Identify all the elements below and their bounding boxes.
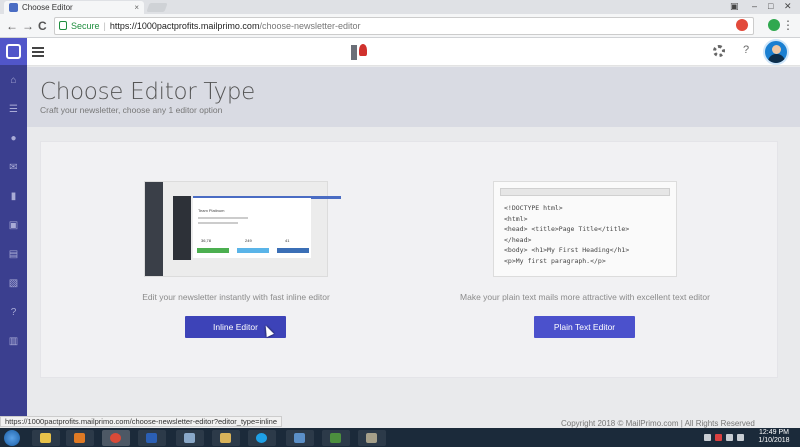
preview-stat-bar bbox=[277, 248, 309, 253]
start-button[interactable] bbox=[4, 430, 20, 446]
browser-menu-icon[interactable]: ⋮ bbox=[782, 18, 794, 32]
user-icon[interactable]: ● bbox=[8, 133, 19, 144]
code-line: </head> bbox=[504, 235, 532, 244]
code-sample: <!DOCTYPE html> <html> <head> <title>Pag… bbox=[504, 203, 629, 266]
favicon-icon bbox=[9, 3, 18, 12]
tray-network-icon[interactable] bbox=[726, 434, 733, 441]
plain-text-editor-button[interactable]: Plain Text Editor bbox=[534, 316, 635, 338]
inline-editor-description: Edit your newsletter instantly with fast… bbox=[142, 292, 330, 302]
tab-title: Choose Editor bbox=[22, 3, 73, 12]
plain-text-editor-preview[interactable]: <!DOCTYPE html> <html> <head> <title>Pag… bbox=[493, 181, 677, 277]
taskbar-word[interactable] bbox=[138, 430, 166, 446]
brand-logo[interactable] bbox=[349, 42, 369, 62]
taskbar-app[interactable] bbox=[212, 430, 240, 446]
preview-stat-bar bbox=[197, 248, 229, 253]
editor-toolbar bbox=[500, 188, 670, 196]
taskbar-explorer[interactable] bbox=[32, 430, 60, 446]
app-logo[interactable] bbox=[0, 38, 27, 65]
app-sidebar: ⌂ ☰ ● ✉ ▮ ▣ ▤ ▧ ? ▥ bbox=[0, 38, 27, 416]
preview-stat: 249 bbox=[245, 238, 252, 243]
reload-icon[interactable]: C bbox=[38, 18, 47, 34]
clock-date: 1/10/2018 bbox=[758, 437, 790, 444]
code-line: <html> bbox=[504, 214, 528, 223]
minimize-icon[interactable]: – bbox=[752, 0, 757, 13]
copyright-text: Copyright 2018 © MailPrimo.com | All Rig… bbox=[561, 419, 755, 428]
preview-card: Team Platinum 36,78 249 41 bbox=[193, 198, 311, 258]
tray-volume-icon[interactable] bbox=[737, 434, 744, 441]
taskbar-chrome[interactable] bbox=[102, 430, 130, 446]
book-icon[interactable]: ▤ bbox=[8, 249, 19, 260]
close-window-icon[interactable]: ✕ bbox=[784, 0, 792, 13]
browser-toolbar: ← → C Secure | https://1000pactprofits.mai… bbox=[0, 14, 800, 38]
user-profile-icon[interactable]: ▣ bbox=[730, 0, 739, 13]
address-bar[interactable]: Secure | https://1000pactprofits.mailprimo… bbox=[54, 17, 754, 35]
code-line: <body> <h1>My First Heading</h1> bbox=[504, 246, 630, 254]
inline-editor-preview[interactable]: Team Platinum 36,78 249 41 bbox=[144, 181, 341, 277]
image-icon[interactable]: ▧ bbox=[8, 278, 19, 289]
lock-icon bbox=[59, 21, 67, 30]
status-url: https://1000pactprofits.mailprimo.com/ch… bbox=[0, 416, 283, 427]
editor-choice-panel: Team Platinum 36,78 249 41 Edit your new… bbox=[40, 141, 778, 378]
secure-label: Secure bbox=[71, 21, 100, 31]
gift-icon[interactable]: ▥ bbox=[8, 336, 19, 347]
taskbar-clock[interactable]: 12:49 PM 1/10/2018 bbox=[754, 429, 794, 445]
taskbar-app[interactable] bbox=[358, 430, 386, 446]
user-avatar[interactable] bbox=[763, 39, 789, 65]
code-line: <p>My first paragraph.</p> bbox=[504, 256, 606, 265]
mail-icon[interactable]: ✉ bbox=[8, 162, 19, 173]
menu-toggle-icon[interactable] bbox=[32, 47, 44, 57]
os-taskbar: 12:49 PM 1/10/2018 bbox=[0, 428, 800, 447]
taskbar-app[interactable] bbox=[176, 430, 204, 446]
preview-line bbox=[198, 217, 248, 219]
browser-tab[interactable]: Choose Editor × bbox=[4, 1, 144, 14]
app-header: ? bbox=[27, 38, 800, 66]
preview-stat: 36,78 bbox=[201, 238, 212, 243]
tray-up-arrow-icon[interactable] bbox=[704, 434, 711, 441]
url-host: https://1000pactprofits.mailprimo.com bbox=[109, 21, 260, 31]
preview-card-heading: Team Platinum bbox=[198, 208, 225, 213]
home-icon[interactable]: ⌂ bbox=[8, 75, 19, 86]
back-icon[interactable]: ← bbox=[6, 18, 18, 34]
taskbar-media-player[interactable] bbox=[66, 430, 94, 446]
url-path: /choose-newsletter-editor bbox=[259, 21, 361, 31]
clock-time: 12:49 PM bbox=[759, 429, 789, 436]
taskbar-app[interactable] bbox=[286, 430, 314, 446]
help-icon[interactable]: ? bbox=[8, 307, 19, 318]
forward-icon[interactable]: → bbox=[22, 18, 34, 34]
preview-stat: 41 bbox=[285, 238, 290, 243]
page-subtitle: Craft your newsletter, choose any 1 edit… bbox=[40, 105, 223, 115]
grammarly-extension-icon[interactable] bbox=[768, 19, 780, 31]
preview-sidebar bbox=[145, 182, 163, 276]
code-line: <!DOCTYPE html> bbox=[504, 204, 563, 212]
code-line: <head> <title>Page Title</title> bbox=[504, 225, 630, 233]
page-title: Choose Editor Type bbox=[40, 79, 256, 105]
preview-stat-bar bbox=[237, 248, 269, 253]
layout-icon[interactable]: ▣ bbox=[8, 220, 19, 231]
preview-tools-panel bbox=[173, 196, 191, 260]
tray-flag-icon[interactable] bbox=[715, 434, 722, 441]
page-header: Choose Editor Type Craft your newsletter… bbox=[27, 67, 800, 127]
browser-tab-bar: Choose Editor × ▣ – □ ✕ bbox=[0, 0, 800, 14]
taskbar-app[interactable] bbox=[322, 430, 350, 446]
new-tab-button[interactable] bbox=[146, 3, 168, 12]
chart-icon[interactable]: ▮ bbox=[8, 191, 19, 202]
help-question-icon[interactable]: ? bbox=[743, 44, 749, 56]
preview-main: Team Platinum 36,78 249 41 bbox=[163, 182, 341, 276]
list-icon[interactable]: ☰ bbox=[8, 104, 19, 115]
plain-text-editor-description: Make your plain text mails more attracti… bbox=[460, 292, 710, 302]
tab-close-icon[interactable]: × bbox=[134, 1, 139, 14]
settings-gear-icon[interactable] bbox=[713, 45, 725, 57]
maximize-icon[interactable]: □ bbox=[768, 0, 773, 13]
preview-line bbox=[198, 222, 238, 224]
taskbar-skype[interactable] bbox=[248, 430, 276, 446]
extension-icon[interactable] bbox=[736, 19, 748, 31]
